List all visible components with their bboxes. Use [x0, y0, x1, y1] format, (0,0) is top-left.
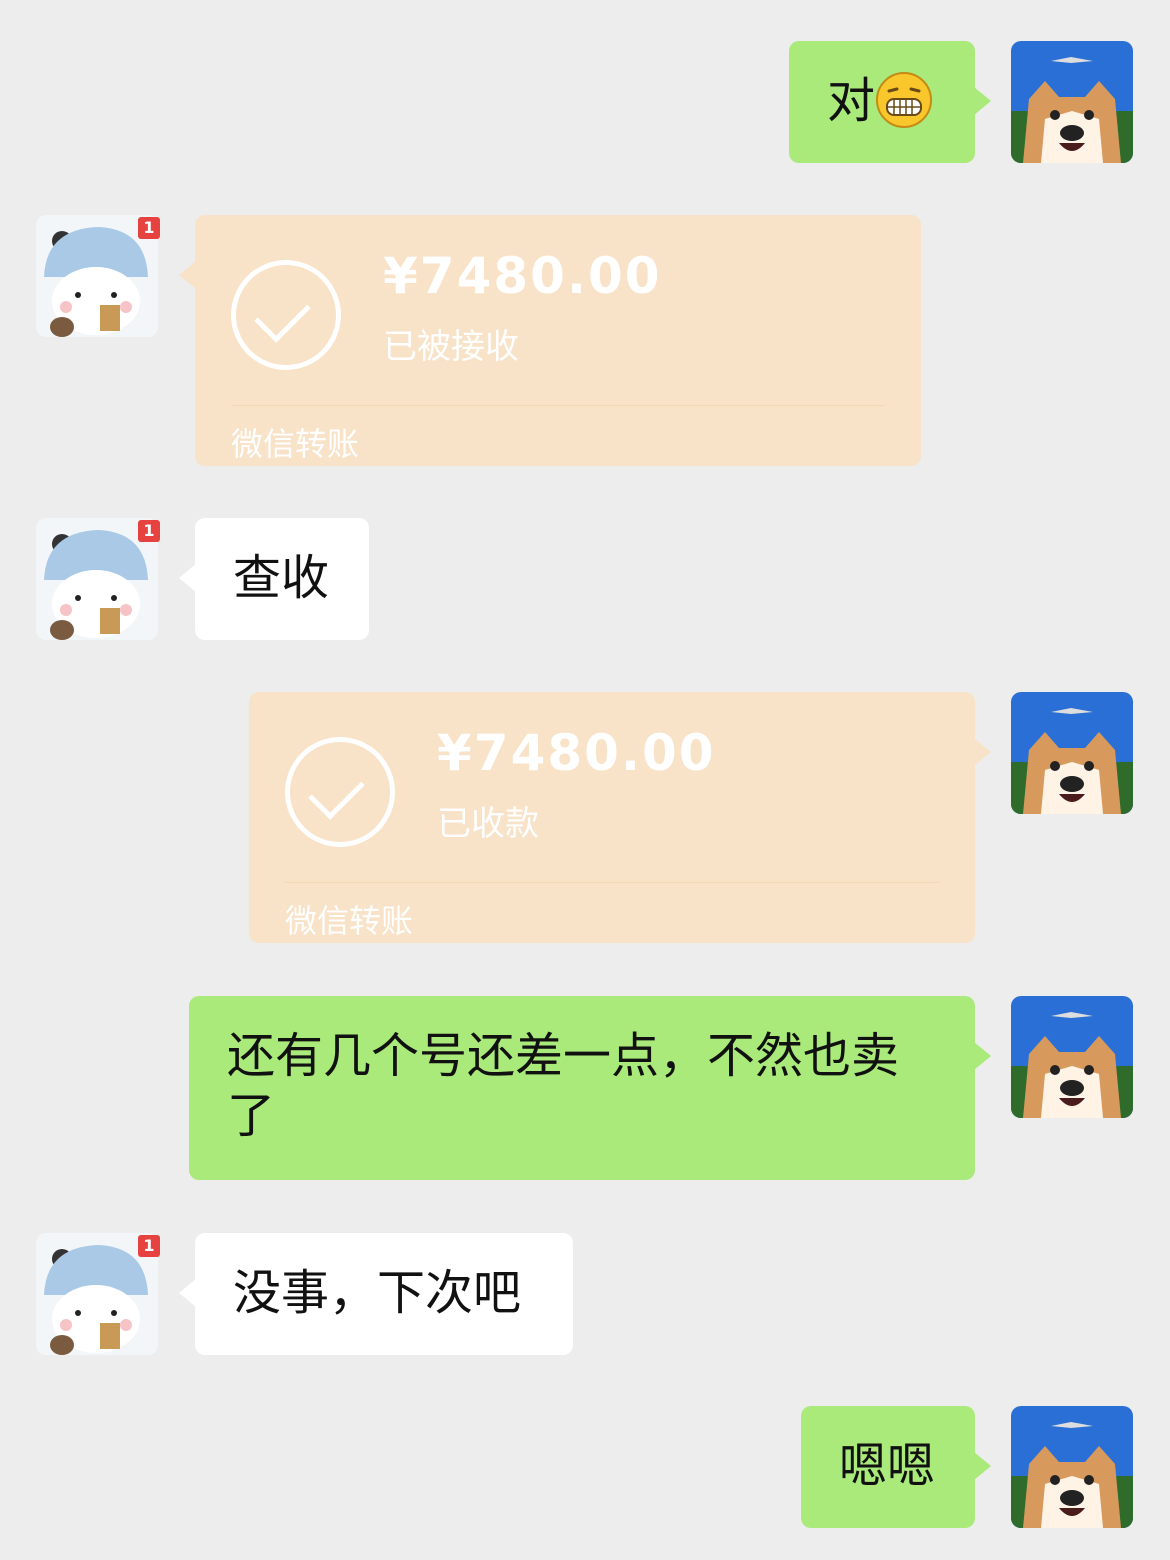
- divider: [285, 882, 939, 883]
- message-text: 查收: [233, 550, 330, 606]
- transfer-brand: 微信转账: [285, 902, 414, 940]
- message-text: 嗯嗯: [839, 1438, 936, 1494]
- contact-badge: 1: [138, 217, 160, 239]
- contact-badge: 1: [138, 1235, 160, 1257]
- self-avatar[interactable]: [1011, 1406, 1133, 1528]
- transfer-brand: 微信转账: [231, 425, 360, 463]
- contact-badge: 1: [138, 520, 160, 542]
- self-avatar[interactable]: [1011, 692, 1133, 814]
- message-bubble-incoming[interactable]: 没事，下次吧: [179, 1233, 573, 1355]
- grin-emoji-icon: [875, 71, 933, 129]
- transfer-amount: ¥7480.00: [437, 724, 716, 782]
- message-text: 还有几个号还差一点，不然也卖了: [227, 1028, 900, 1144]
- transfer-amount: ¥7480.00: [383, 247, 662, 305]
- transfer-status: 已收款: [437, 804, 539, 844]
- message-bubble-incoming[interactable]: 查收: [179, 518, 369, 640]
- check-circle-icon: [231, 260, 341, 370]
- message-text: 对: [827, 73, 876, 129]
- message-bubble-outgoing[interactable]: 对: [789, 41, 991, 163]
- transfer-card[interactable]: ¥7480.00 已收款 微信转账: [249, 692, 991, 943]
- message-bubble-outgoing[interactable]: 还有几个号还差一点，不然也卖了: [189, 996, 991, 1180]
- transfer-card[interactable]: ¥7480.00 已被接收 微信转账: [179, 215, 921, 466]
- divider: [231, 405, 885, 406]
- self-avatar[interactable]: [1011, 41, 1133, 163]
- message-text: 没事，下次吧: [233, 1265, 522, 1321]
- check-circle-icon: [285, 737, 395, 847]
- message-bubble-outgoing[interactable]: 嗯嗯: [801, 1406, 991, 1528]
- transfer-status: 已被接收: [383, 327, 519, 367]
- self-avatar[interactable]: [1011, 996, 1133, 1118]
